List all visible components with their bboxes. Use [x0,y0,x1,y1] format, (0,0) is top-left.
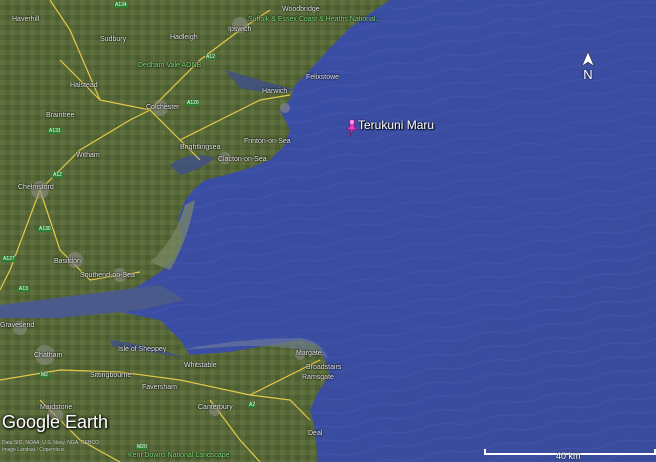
compass[interactable]: N [578,52,598,86]
north-label: N [583,67,593,82]
placemark-label[interactable]: Terukuni Maru [358,118,434,132]
place-brightlingsea: Brightlingsea [180,144,221,151]
place-gravesend: Gravesend [0,322,35,329]
road-a2: A2 [248,402,257,408]
place-basildon: Basildon [54,258,81,265]
place-chelmsford: Chelmsford [18,184,54,191]
road-a131: A131 [48,128,62,134]
place-whitstable: Whitstable [184,362,217,369]
place-deal: Deal [308,430,323,437]
place-sudbury: Sudbury [100,36,127,43]
imagery-credits: Data SIO, NOAA, U.S. Navy, NGA, GEBCO Im… [2,440,132,454]
place-harwich: Harwich [262,88,288,95]
place-maidstone: Maidstone [40,404,73,411]
place-frinton: Frinton-on-Sea [244,138,291,145]
place-woodbridge: Woodbridge [282,6,320,13]
place-colchester: Colchester [146,104,180,111]
road-a12-south: A12 [52,172,63,178]
place-hadleigh: Hadleigh [170,34,198,41]
place-sittingbourne: Sittingbourne [90,372,132,379]
place-halstead: Halstead [70,82,98,89]
place-broadstairs: Broadstairs [306,364,342,371]
credits-line-2: Image Landsat / Copernicus [2,447,65,453]
place-isle-of-sheppey: Isle of Sheppey [118,346,167,353]
road-m2: M2 [40,372,49,378]
road-a12-north: A12 [205,54,216,60]
place-haverhill: Haverhill [12,16,40,23]
road-a134: A134 [114,2,128,8]
place-kent-downs: Kent Downs National Landscape [128,452,230,459]
road-a13: A13 [18,286,29,292]
place-ipswich: Ipswich [228,26,252,33]
place-southend: Southend-on-Sea [80,272,135,279]
scale-label: 40 km [556,451,581,461]
place-margate: Margate [296,350,322,357]
place-witham: Witham [76,152,100,159]
credits-line-1: Data SIO, NOAA, U.S. Navy, NGA, GEBCO [2,440,99,446]
place-faversham: Faversham [142,384,178,391]
place-canterbury: Canterbury [198,404,233,411]
north-arrow-icon [581,52,595,67]
place-chatham: Chatham [34,352,63,359]
place-dedham-vale: Dedham Vale AONB [138,62,202,69]
place-braintree: Braintree [46,112,75,119]
satellite-map[interactable] [0,0,656,462]
road-a130: A130 [38,226,52,232]
place-ramsgate: Ramsgate [302,374,334,381]
road-m20: M20 [136,444,148,450]
place-clacton: Clacton-on-Sea [218,156,267,163]
google-earth-logo: Google Earth [2,412,109,432]
road-a120: A120 [186,100,200,106]
place-felixstowe: Felixstowe [306,74,340,81]
place-suffolk-coast-aonb: Suffolk & Essex Coast & Heaths National.… [248,16,382,23]
road-a127: A127 [2,256,16,262]
scale-bar: 40 km [484,446,656,462]
